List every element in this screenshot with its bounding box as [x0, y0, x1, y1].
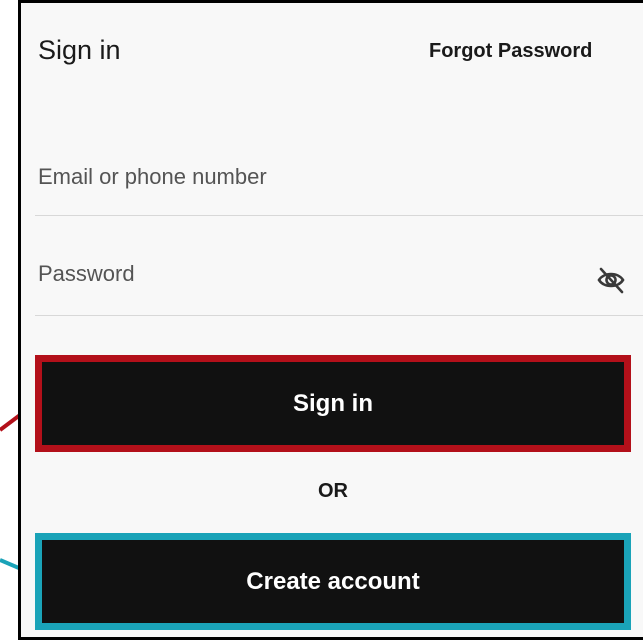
create-account-button-label: Create account [246, 567, 420, 595]
password-field[interactable] [35, 257, 578, 291]
sign-in-panel: Sign in Forgot Password Sign in OR Creat… [18, 0, 643, 640]
create-account-button[interactable]: Create account [35, 533, 631, 630]
email-field-container [35, 143, 643, 216]
page-title: Sign in [38, 35, 121, 65]
sign-in-button-label: Sign in [293, 389, 373, 417]
sign-in-button[interactable]: Sign in [35, 355, 631, 452]
password-field-container [35, 243, 643, 316]
eye-slash-icon[interactable] [591, 263, 631, 297]
email-field[interactable] [35, 160, 578, 194]
or-divider: OR [318, 480, 348, 502]
forgot-password-link[interactable]: Forgot Password [429, 39, 592, 63]
